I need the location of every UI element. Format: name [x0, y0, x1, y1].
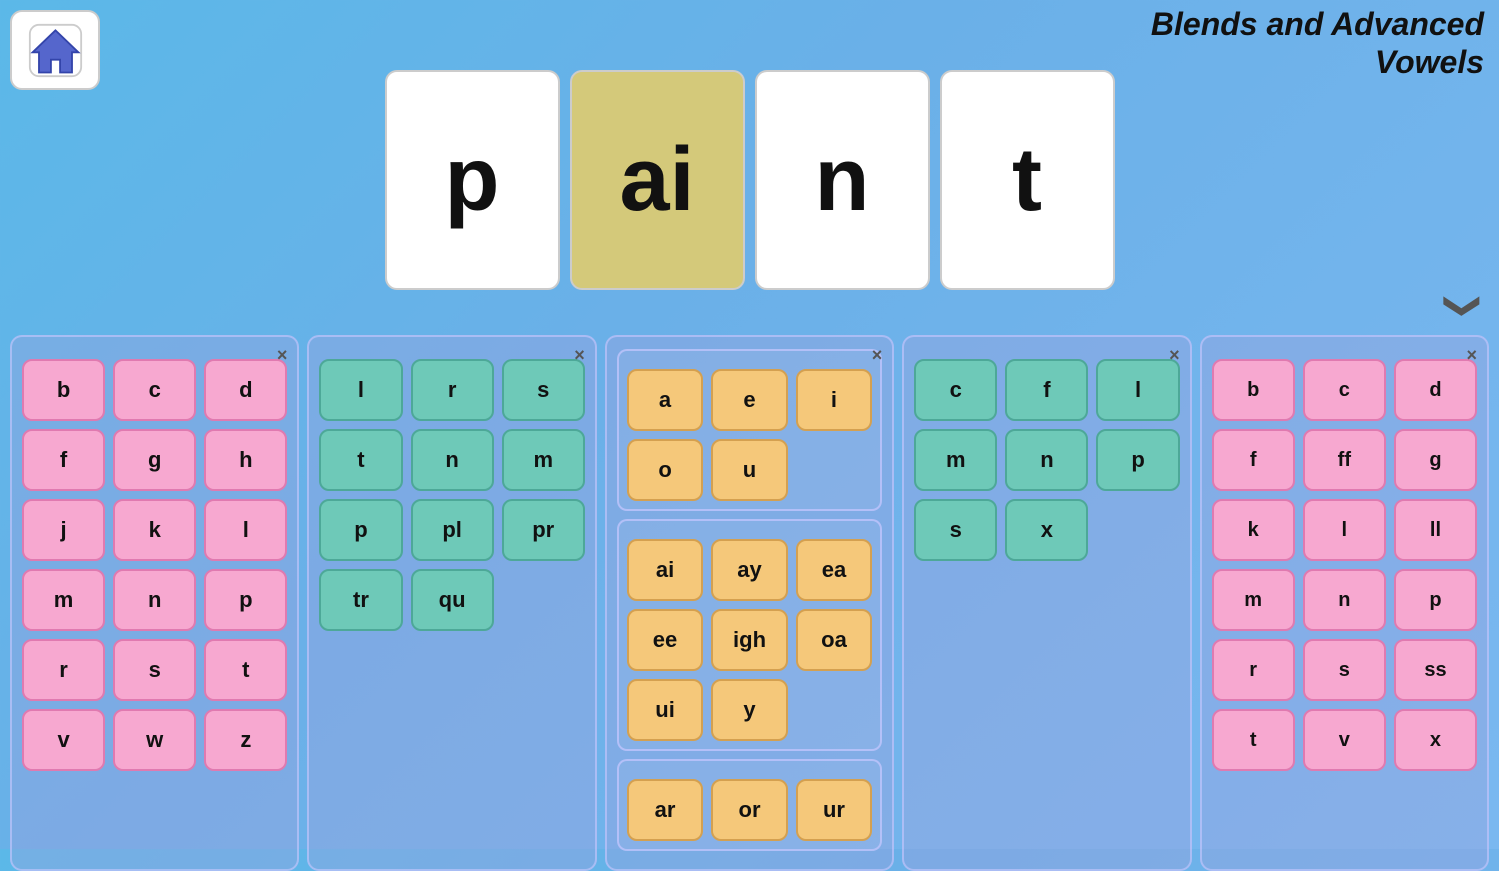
- key-m-panel4[interactable]: m: [914, 429, 997, 491]
- key-ur[interactable]: ur: [796, 779, 872, 841]
- keyboard-panel-1: × bcd fgh jkl mnp rst vwz: [10, 335, 299, 871]
- word-tile-0[interactable]: p: [385, 70, 560, 290]
- vowel-subpanel-0: aei ou: [617, 349, 882, 511]
- key-n-panel5[interactable]: n: [1303, 569, 1386, 631]
- vowel-subpanel-2: arorur: [617, 759, 882, 851]
- key-r-panel5[interactable]: r: [1212, 639, 1295, 701]
- key-s-panel2[interactable]: s: [502, 359, 585, 421]
- key-f-panel4[interactable]: f: [1005, 359, 1088, 421]
- key-ff-panel5[interactable]: ff: [1303, 429, 1386, 491]
- key-m-panel5[interactable]: m: [1212, 569, 1295, 631]
- panel-close-2[interactable]: ×: [574, 345, 585, 366]
- key-tr-panel2[interactable]: tr: [319, 569, 402, 631]
- key-a[interactable]: a: [627, 369, 703, 431]
- key-x-panel4[interactable]: x: [1005, 499, 1088, 561]
- key-c-panel4[interactable]: c: [914, 359, 997, 421]
- key-pl-panel2[interactable]: pl: [411, 499, 494, 561]
- word-display: paint: [385, 70, 1115, 290]
- keyboard-panel-4: × cfl mnp sx: [902, 335, 1191, 871]
- keyboard-panel-5: ×bcdfffgklllmnprssstvx: [1200, 335, 1489, 871]
- key-p-panel2[interactable]: p: [319, 499, 402, 561]
- word-tile-2[interactable]: n: [755, 70, 930, 290]
- key-s-panel1[interactable]: s: [113, 639, 196, 701]
- home-button[interactable]: [10, 10, 100, 90]
- key-c-panel1[interactable]: c: [113, 359, 196, 421]
- key-ui[interactable]: ui: [627, 679, 703, 741]
- panel-close-3[interactable]: ×: [872, 345, 883, 366]
- key-b-panel1[interactable]: b: [22, 359, 105, 421]
- key-v-panel1[interactable]: v: [22, 709, 105, 771]
- key-o[interactable]: o: [627, 439, 703, 501]
- key-m-panel1[interactable]: m: [22, 569, 105, 631]
- word-tile-1[interactable]: ai: [570, 70, 745, 290]
- key-p-panel5[interactable]: p: [1394, 569, 1477, 631]
- key-v-panel5[interactable]: v: [1303, 709, 1386, 771]
- key-s-panel4[interactable]: s: [914, 499, 997, 561]
- key-g-panel1[interactable]: g: [113, 429, 196, 491]
- key-p-panel1[interactable]: p: [204, 569, 287, 631]
- key-b-panel5[interactable]: b: [1212, 359, 1295, 421]
- key-t-panel1[interactable]: t: [204, 639, 287, 701]
- word-tile-3[interactable]: t: [940, 70, 1115, 290]
- vowel-subpanel-1: aiayea eeighoa uiy: [617, 519, 882, 751]
- key-ll-panel5[interactable]: ll: [1394, 499, 1477, 561]
- key-pr-panel2[interactable]: pr: [502, 499, 585, 561]
- key-l-panel2[interactable]: l: [319, 359, 402, 421]
- key-h-panel1[interactable]: h: [204, 429, 287, 491]
- app-title: Blends and Advanced Vowels: [1151, 5, 1484, 82]
- panels-container: ×bcdfghjklmnprstvwz×lrstnmpplprtrqu×aeio…: [0, 335, 1499, 871]
- key-k-panel5[interactable]: k: [1212, 499, 1295, 561]
- key-or[interactable]: or: [711, 779, 787, 841]
- key-d-panel5[interactable]: d: [1394, 359, 1477, 421]
- key-k-panel1[interactable]: k: [113, 499, 196, 561]
- key-t-panel5[interactable]: t: [1212, 709, 1295, 771]
- panel-close-5[interactable]: ×: [1467, 345, 1478, 366]
- key-ea[interactable]: ea: [796, 539, 872, 601]
- key-n-panel1[interactable]: n: [113, 569, 196, 631]
- panel-close-1[interactable]: ×: [277, 345, 288, 366]
- key-l-panel1[interactable]: l: [204, 499, 287, 561]
- key-p-panel4[interactable]: p: [1096, 429, 1179, 491]
- key-f-panel1[interactable]: f: [22, 429, 105, 491]
- keyboard-panel-2: × lrs tnm pplpr trqu: [307, 335, 596, 871]
- panel-close-4[interactable]: ×: [1169, 345, 1180, 366]
- key-s-panel5[interactable]: s: [1303, 639, 1386, 701]
- key-r-panel2[interactable]: r: [411, 359, 494, 421]
- key-j-panel1[interactable]: j: [22, 499, 105, 561]
- key-ee[interactable]: ee: [627, 609, 703, 671]
- key-x-panel5[interactable]: x: [1394, 709, 1477, 771]
- key-n-panel2[interactable]: n: [411, 429, 494, 491]
- key-l-panel4[interactable]: l: [1096, 359, 1179, 421]
- key-w-panel1[interactable]: w: [113, 709, 196, 771]
- key-ss-panel5[interactable]: ss: [1394, 639, 1477, 701]
- key-ai[interactable]: ai: [627, 539, 703, 601]
- key-ay[interactable]: ay: [711, 539, 787, 601]
- key-r-panel1[interactable]: r: [22, 639, 105, 701]
- key-igh[interactable]: igh: [711, 609, 787, 671]
- key-y[interactable]: y: [711, 679, 787, 741]
- key-g-panel5[interactable]: g: [1394, 429, 1477, 491]
- key-oa[interactable]: oa: [796, 609, 872, 671]
- key-u[interactable]: u: [711, 439, 787, 501]
- key-qu-panel2[interactable]: qu: [411, 569, 494, 631]
- chevron-down-icon[interactable]: ❯: [1443, 291, 1485, 321]
- key-c-panel5[interactable]: c: [1303, 359, 1386, 421]
- key-m-panel2[interactable]: m: [502, 429, 585, 491]
- key-i[interactable]: i: [796, 369, 872, 431]
- keyboard-panel-3: ×aeiouaiayeaeeighoauiyarorur: [605, 335, 894, 871]
- key-ar[interactable]: ar: [627, 779, 703, 841]
- key-d-panel1[interactable]: d: [204, 359, 287, 421]
- key-t-panel2[interactable]: t: [319, 429, 402, 491]
- key-f-panel5[interactable]: f: [1212, 429, 1295, 491]
- key-e[interactable]: e: [711, 369, 787, 431]
- key-l-panel5[interactable]: l: [1303, 499, 1386, 561]
- key-n-panel4[interactable]: n: [1005, 429, 1088, 491]
- key-z-panel1[interactable]: z: [204, 709, 287, 771]
